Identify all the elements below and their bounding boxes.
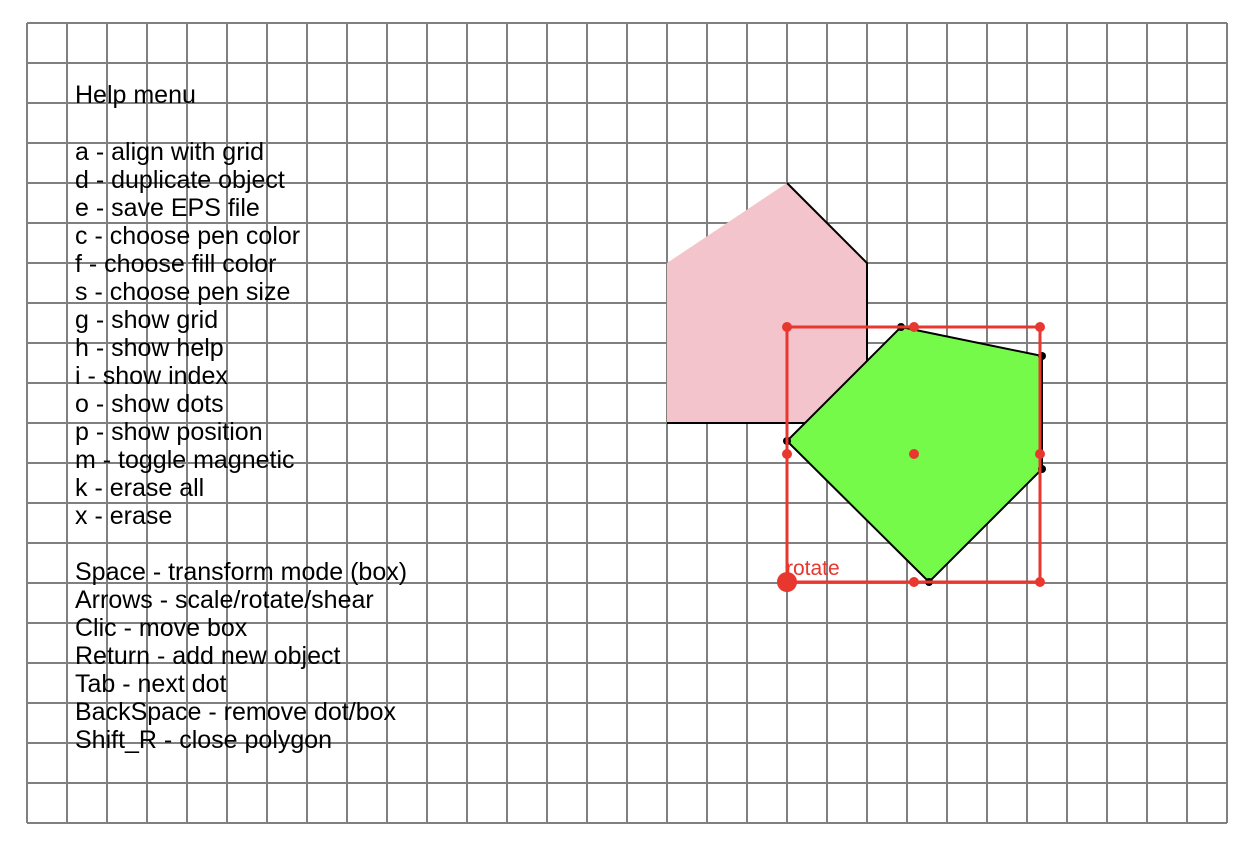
help-menu-item: e - save EPS file — [75, 194, 260, 222]
help-menu-item: Tab - next dot — [75, 670, 227, 698]
help-menu-item: d - duplicate object — [75, 166, 285, 194]
handle-top-middle[interactable] — [909, 322, 919, 332]
help-menu-item: p - show position — [75, 418, 263, 446]
help-menu-item: m - toggle magnetic — [75, 446, 295, 474]
handle-top-left[interactable] — [782, 322, 792, 332]
help-menu-item: Return - add new object — [75, 642, 340, 670]
help-menu-item: x - erase — [75, 502, 172, 530]
handle-center[interactable] — [909, 449, 919, 459]
help-menu-item: o - show dots — [75, 390, 224, 418]
help-menu-item: a - align with grid — [75, 138, 264, 166]
help-menu-item: Clic - move box — [75, 614, 248, 642]
help-menu-item: c - choose pen color — [75, 222, 300, 250]
help-menu-title: Help menu — [75, 81, 196, 109]
help-menu-item: h - show help — [75, 334, 224, 362]
handle-middle-left[interactable] — [782, 449, 792, 459]
help-menu-item: i - show index — [75, 362, 228, 390]
help-menu-item: s - choose pen size — [75, 278, 290, 306]
pink-pentagon-fill — [667, 183, 867, 423]
transform-shortcut-list: Space - transform mode (box)Arrows - sca… — [75, 558, 407, 754]
pink-pentagon[interactable] — [667, 182, 868, 424]
handle-bottom-middle[interactable] — [909, 577, 919, 587]
help-menu: Help menu a - align with gridd - duplica… — [75, 81, 407, 754]
help-menu-item: f - choose fill color — [75, 250, 276, 278]
help-menu-item: Shift_R - close polygon — [75, 726, 332, 754]
help-menu-item: BackSpace - remove dot/box — [75, 698, 396, 726]
drawing-canvas[interactable]: rotate Help menu a - align with gridd - … — [0, 0, 1260, 846]
transform-mode-label: rotate — [786, 557, 840, 580]
help-menu-item: Arrows - scale/rotate/shear — [75, 586, 374, 614]
help-menu-item: g - show grid — [75, 306, 218, 334]
help-menu-item: k - erase all — [75, 474, 204, 502]
help-menu-item: Space - transform mode (box) — [75, 558, 407, 586]
handle-middle-right[interactable] — [1035, 449, 1045, 459]
handle-top-right[interactable] — [1035, 322, 1045, 332]
handle-bottom-right[interactable] — [1035, 577, 1045, 587]
